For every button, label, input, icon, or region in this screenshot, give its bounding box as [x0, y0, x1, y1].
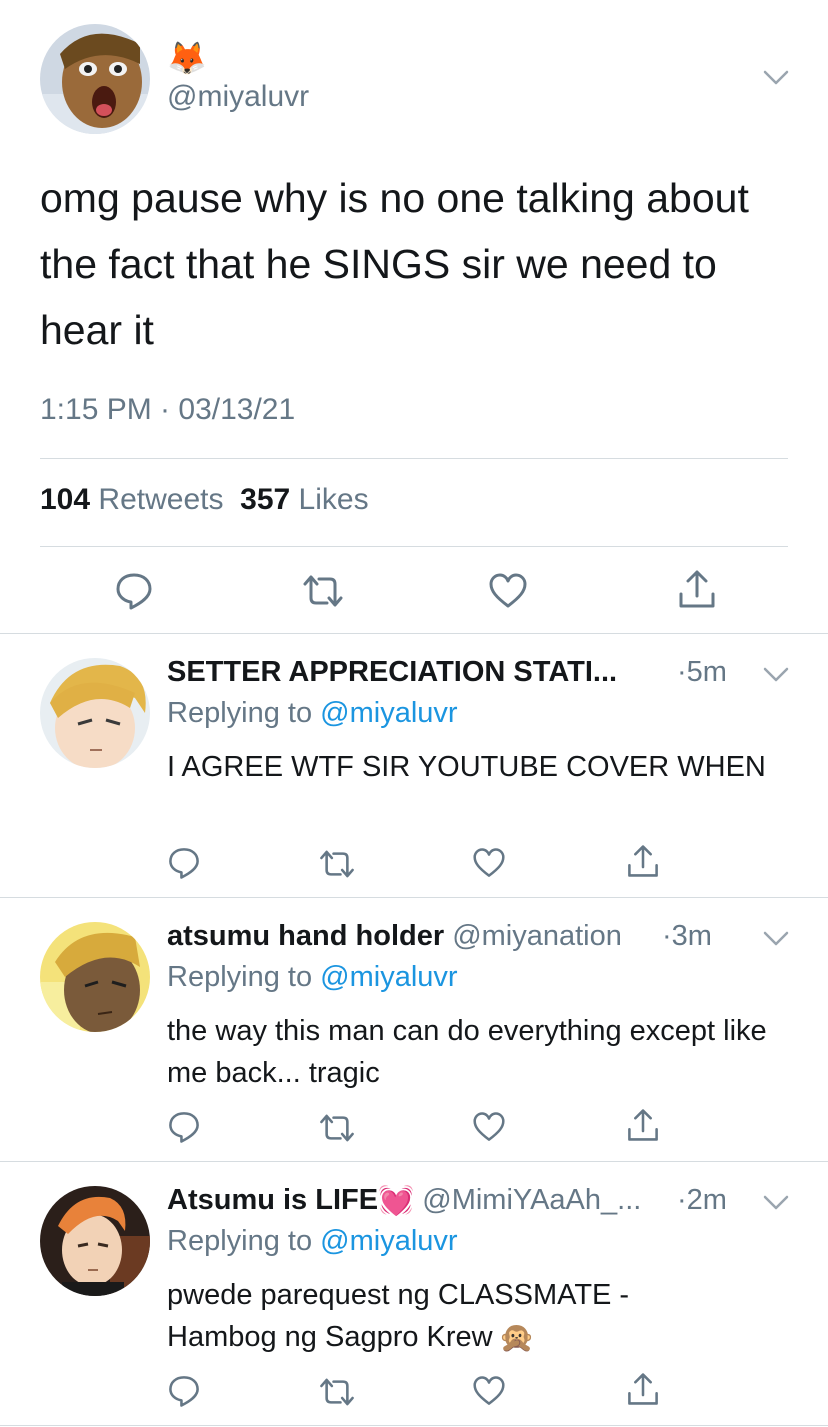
- avatar[interactable]: [40, 658, 150, 768]
- replying-mention[interactable]: @miyaluvr: [320, 697, 457, 729]
- divider: [40, 458, 788, 459]
- avatar[interactable]: [40, 24, 150, 134]
- tweet-stats: 104 Retweets 357 Likes: [40, 483, 369, 517]
- replying-to: Replying to @miyaluvr: [167, 697, 458, 730]
- share-icon[interactable]: [626, 1371, 660, 1407]
- retweet-icon[interactable]: [318, 1113, 356, 1143]
- reply-icon[interactable]: [167, 1110, 201, 1144]
- author-handle[interactable]: @miyaluvr: [167, 80, 309, 114]
- chevron-down-icon[interactable]: [763, 70, 789, 86]
- retweet-icon[interactable]: [318, 849, 356, 879]
- reply-header: atsumu hand holder @miyanation: [167, 920, 622, 953]
- like-icon[interactable]: [488, 572, 528, 610]
- display-name-emoji: 🦊: [167, 40, 207, 76]
- retweet-label[interactable]: Retweets: [98, 483, 223, 516]
- tweet-timestamp[interactable]: 1:15 PM · 03/13/21: [40, 393, 295, 427]
- replying-label: Replying to: [167, 961, 313, 993]
- share-icon[interactable]: [677, 568, 717, 610]
- retweet-icon[interactable]: [318, 1377, 356, 1407]
- reply-time[interactable]: ·2m: [677, 1184, 727, 1217]
- share-icon[interactable]: [626, 1107, 660, 1143]
- author-name[interactable]: SETTER APPRECIATION STATI...: [167, 656, 617, 688]
- like-label[interactable]: Likes: [299, 483, 369, 516]
- replying-label: Replying to: [167, 1225, 313, 1257]
- reply-icon[interactable]: [167, 846, 201, 880]
- divider: [40, 546, 788, 547]
- reply-text: I AGREE WTF SIR YOUTUBE COVER WHEN: [167, 751, 766, 783]
- like-icon[interactable]: [472, 1111, 506, 1143]
- author-name[interactable]: Atsumu is LIFE: [167, 1184, 378, 1216]
- chevron-down-icon[interactable]: [763, 1195, 789, 1211]
- chevron-down-icon[interactable]: [763, 667, 789, 683]
- reply-tweet[interactable]: atsumu hand holder @miyanation ·3m Reply…: [0, 898, 828, 1162]
- replying-label: Replying to: [167, 697, 313, 729]
- reply-icon[interactable]: [167, 1374, 201, 1408]
- author-handle[interactable]: @miyanation: [452, 920, 622, 952]
- chevron-down-icon[interactable]: [763, 931, 789, 947]
- divider: [0, 1425, 828, 1426]
- reply-time[interactable]: ·3m: [662, 920, 712, 953]
- like-icon[interactable]: [472, 847, 506, 879]
- reply-tweet[interactable]: Atsumu is LIFE💓 @MimiYAaAh_... ·2m Reply…: [0, 1162, 828, 1426]
- reply-text-body: pwede parequest ng CLASSMATE - Hambog ng…: [167, 1279, 630, 1353]
- avatar[interactable]: [40, 1186, 150, 1296]
- share-icon[interactable]: [626, 843, 660, 879]
- avatar[interactable]: [40, 922, 150, 1032]
- main-tweet: 🦊 @miyaluvr omg pause why is no one talk…: [0, 0, 828, 633]
- replying-to: Replying to @miyaluvr: [167, 961, 458, 994]
- tweet-text: omg pause why is no one talking about th…: [40, 175, 749, 353]
- reply-time[interactable]: ·5m: [677, 656, 727, 689]
- reply-icon[interactable]: [114, 571, 154, 611]
- reply-text: pwede parequest ng CLASSMATE - Hambog ng…: [167, 1274, 727, 1359]
- like-count[interactable]: 357: [240, 483, 290, 516]
- replying-mention[interactable]: @miyaluvr: [320, 961, 457, 993]
- heart-emoji: 💓: [378, 1185, 415, 1218]
- reply-text: the way this man can do everything excep…: [167, 1015, 767, 1089]
- author-handle[interactable]: @MimiYAaAh_...: [422, 1184, 641, 1216]
- reply-header: Atsumu is LIFE💓 @MimiYAaAh_...: [167, 1184, 641, 1218]
- retweet-count[interactable]: 104: [40, 483, 90, 516]
- like-icon[interactable]: [472, 1375, 506, 1407]
- monkey-emoji: 🙊: [498, 1322, 535, 1355]
- replying-to: Replying to @miyaluvr: [167, 1225, 458, 1258]
- author-name[interactable]: atsumu hand holder: [167, 920, 444, 952]
- retweet-icon[interactable]: [301, 574, 345, 608]
- reply-header: SETTER APPRECIATION STATI...: [167, 656, 617, 689]
- reply-tweet[interactable]: SETTER APPRECIATION STATI... ·5m Replyin…: [0, 634, 828, 898]
- replying-mention[interactable]: @miyaluvr: [320, 1225, 457, 1257]
